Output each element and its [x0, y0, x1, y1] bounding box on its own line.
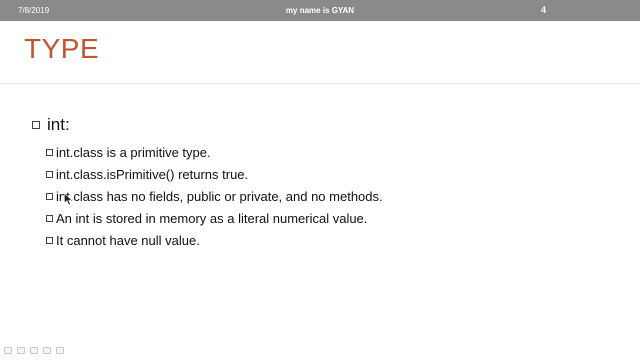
sub-bullet-box-icon	[46, 236, 53, 244]
sub-bullet-item: int.class is a primitive type.	[46, 141, 383, 163]
previous-slide-icon[interactable]	[4, 347, 12, 354]
sub-bullet-box-icon	[46, 214, 53, 222]
sub-bullet-list: int.class is a primitive type. int.class…	[46, 141, 383, 251]
sub-bullet-text: int.class.isPrimitive() returns true.	[56, 166, 249, 182]
slide-title: TYPE	[24, 33, 100, 64]
bullet-box-icon	[32, 121, 40, 129]
title-divider	[0, 83, 640, 84]
zoom-icon[interactable]	[56, 347, 64, 354]
sub-bullet-item: int.class.isPrimitive() returns true.	[46, 163, 383, 185]
sub-bullet-text: int.class has no fields, public or priva…	[56, 188, 383, 204]
sub-bullet-item: An int is stored in memory as a literal …	[46, 207, 383, 229]
sub-bullet-text: int.class is a primitive type.	[56, 144, 211, 160]
slide-page-number: 4	[541, 5, 547, 15]
sub-bullet-text: An int is stored in memory as a literal …	[56, 210, 368, 226]
bullet-text: int:	[47, 115, 70, 134]
mouse-pointer-icon	[64, 193, 73, 206]
bullet-item: int:	[32, 115, 70, 135]
sub-bullet-box-icon	[46, 170, 53, 178]
sub-bullet-item: It cannot have null value.	[46, 229, 383, 251]
sub-bullet-box-icon	[46, 148, 53, 156]
next-slide-icon[interactable]	[17, 347, 25, 354]
sub-bullet-text: It cannot have null value.	[56, 232, 200, 248]
pen-icon[interactable]	[30, 347, 38, 354]
header-bar: 7/8/2019 my name is GYAN 4	[0, 0, 640, 21]
sub-bullet-box-icon	[46, 192, 53, 200]
slideshow-toolbar	[4, 347, 64, 354]
slides-view-icon[interactable]	[43, 347, 51, 354]
sub-bullet-item: int.class has no fields, public or priva…	[46, 185, 383, 207]
